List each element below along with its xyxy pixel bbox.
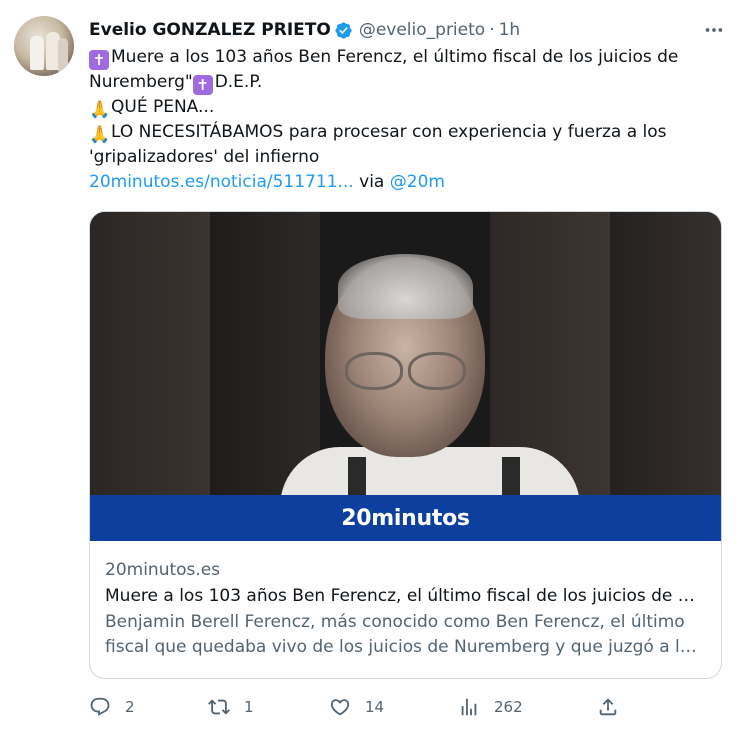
pray-emoji-icon: 🙏 xyxy=(89,125,111,145)
tweet-line: 20minutos.es/noticia/511711... via @20m xyxy=(89,170,729,195)
avatar-figure xyxy=(58,38,68,72)
tweet-line: 'gripalizadores' del infierno xyxy=(89,145,729,170)
timestamp[interactable]: 1h xyxy=(499,20,521,40)
tweet-line: ✝ Muere a los 103 años Ben Ferencz, el úl… xyxy=(89,45,729,70)
link-preview-card[interactable]: 20minutos 20minutos.es Muere a los 103 a… xyxy=(89,211,722,679)
retweet-button[interactable]: 1 xyxy=(208,693,254,721)
retweet-count: 1 xyxy=(244,698,254,716)
card-description-line: fiscal que quedaba vivo de los juicios d… xyxy=(105,637,705,657)
tweet-line-text: Muere a los 103 años Ben Ferencz, el últ… xyxy=(111,47,679,67)
tweet-line-text: D.E.P. xyxy=(214,72,263,92)
card-description: Benjamin Berell Ferencz, más conocido co… xyxy=(105,610,705,660)
like-button[interactable]: 14 xyxy=(329,693,384,721)
portrait-suspender xyxy=(348,457,366,495)
portrait-glasses xyxy=(345,352,403,390)
share-button[interactable] xyxy=(597,693,619,721)
heart-icon xyxy=(330,699,350,716)
views-chart-icon xyxy=(461,698,477,716)
more-icon xyxy=(705,28,723,32)
card-description-line: Benjamin Berell Ferencz, más conocido co… xyxy=(105,612,685,632)
tweet-header: Evelio GONZALEZ PRIETO @evelio_prieto · … xyxy=(89,18,520,42)
avatar-figure xyxy=(30,36,44,70)
share-icon xyxy=(599,698,617,716)
avatar[interactable] xyxy=(14,16,74,76)
tweet-line-text: Nuremberg" xyxy=(89,72,193,92)
views-button[interactable]: 262 xyxy=(458,693,523,721)
card-title: Muere a los 103 años Ben Ferencz, el últ… xyxy=(105,586,705,606)
tweet-line: 🙏LO NECESITÁBAMOS para procesar con expe… xyxy=(89,120,729,145)
tweet-line: Nuremberg" ✝ D.E.P. xyxy=(89,70,729,95)
tweet-line-text: LO NECESITÁBAMOS para procesar con exper… xyxy=(111,122,667,142)
tweet-line-text: QUÉ PENA... xyxy=(111,97,215,117)
pray-emoji-icon: 🙏 xyxy=(89,100,111,120)
card-domain: 20minutos.es xyxy=(105,560,221,580)
reply-button[interactable]: 2 xyxy=(89,693,135,721)
cross-emoji-icon: ✝ xyxy=(89,50,109,70)
via-text: via xyxy=(359,172,385,192)
article-link[interactable]: 20minutos.es/noticia/511711... xyxy=(89,172,354,192)
separator-dot: · xyxy=(489,20,495,40)
portrait-hair xyxy=(338,254,473,319)
retweet-icon xyxy=(208,699,230,715)
tweet-line-text: 'gripalizadores' del infierno xyxy=(89,147,320,167)
tweet-line: 🙏QUÉ PENA... xyxy=(89,95,729,120)
card-brand-band: 20minutos xyxy=(90,495,721,541)
portrait-suspender xyxy=(502,457,520,495)
card-body: 20minutos.es Muere a los 103 años Ben Fe… xyxy=(105,558,705,660)
background-shelf xyxy=(90,212,210,495)
more-options-button[interactable] xyxy=(702,18,726,42)
mention-link[interactable]: @20m xyxy=(390,172,445,192)
portrait-glasses xyxy=(408,352,466,390)
author-handle[interactable]: @evelio_prieto xyxy=(359,20,485,40)
card-image xyxy=(90,212,721,495)
tweet-text: ✝ Muere a los 103 años Ben Ferencz, el úl… xyxy=(89,45,729,195)
views-count: 262 xyxy=(494,698,523,716)
cross-emoji-icon: ✝ xyxy=(192,75,213,95)
like-count: 14 xyxy=(365,698,385,716)
author-name[interactable]: Evelio GONZALEZ PRIETO xyxy=(89,20,331,40)
background-shelf xyxy=(210,212,320,495)
tweet-actions: 2 1 14 262 xyxy=(89,693,729,721)
reply-icon xyxy=(90,697,110,716)
verified-badge-icon xyxy=(335,21,352,39)
reply-count: 2 xyxy=(125,698,135,716)
background-shelf xyxy=(610,212,721,495)
